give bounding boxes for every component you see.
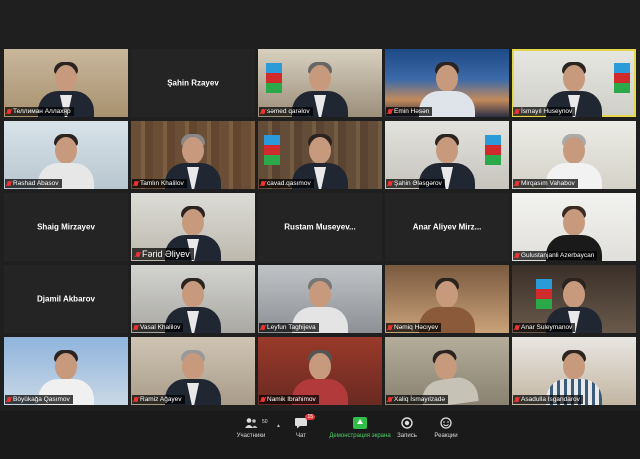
participant-name: Anar Aliyev Mirz... <box>412 222 482 232</box>
mic-muted-icon <box>515 181 519 186</box>
participant-tile[interactable]: Ramiz Ağayev <box>131 337 255 405</box>
participant-name: Rustam Museyev... <box>284 222 356 232</box>
participant-label: Rəshad Abasov <box>5 179 62 188</box>
participant-tile[interactable]: Leyfun Taghijeva <box>258 265 382 333</box>
participant-label: İsmayıl Huseynov <box>513 107 576 116</box>
mic-muted-icon <box>388 181 392 186</box>
flag-icon <box>614 63 630 93</box>
participant-tile[interactable]: Şahin Rzayev <box>131 49 255 117</box>
mic-muted-icon <box>261 397 265 402</box>
participant-name: Shaig Mirzayev <box>37 222 95 232</box>
participant-tile[interactable]: Namik Ibrahimov <box>258 337 382 405</box>
participant-label: Leyfun Taghijeva <box>259 323 319 332</box>
participant-tile[interactable]: cavad.qasımov <box>258 121 382 189</box>
participant-label: səmed qarəlov <box>259 107 313 116</box>
participant-label: Asadulla Isgandarov <box>513 395 583 404</box>
participant-label: Şahin Ələsgərov <box>386 179 445 188</box>
participant-label: Ramiz Ağayev <box>132 395 185 404</box>
chat-badge: 15 <box>305 414 315 420</box>
participant-tile[interactable]: Şahin Ələsgərov <box>385 121 509 189</box>
participant-label: Namik Ibrahimov <box>259 395 319 404</box>
participants-icon <box>245 418 258 428</box>
mic-muted-icon <box>7 397 11 402</box>
participant-label: Xaliq İsmayılzadə <box>386 395 448 404</box>
participant-label: Tamlın Khalilov <box>132 179 187 188</box>
participant-tile[interactable]: Теллиман Аллахяр <box>4 49 128 117</box>
mic-muted-icon <box>261 181 265 186</box>
participant-label: Anar Suleymanov <box>513 323 576 332</box>
participant-tile[interactable]: Xaliq İsmayılzadə <box>385 337 509 405</box>
mic-muted-icon <box>388 397 392 402</box>
mic-muted-icon <box>7 181 11 186</box>
flag-icon <box>266 63 282 93</box>
mic-muted-icon <box>134 325 138 330</box>
mic-muted-icon <box>261 109 265 114</box>
participant-tile[interactable]: Fərid Əliyev <box>131 193 255 261</box>
video-grid: Теллиман Аллахяр Şahin Rzayev səmed qarə… <box>4 49 636 408</box>
participant-label: Fərid Əliyev <box>132 248 194 260</box>
participant-tile[interactable]: Rəshad Abasov <box>4 121 128 189</box>
participant-tile[interactable]: Mirqasım Vahabov <box>512 121 636 189</box>
participant-tile[interactable]: Rustam Museyev... <box>258 193 382 261</box>
mic-muted-icon <box>515 109 519 114</box>
participant-tile[interactable]: Anar Suleymanov <box>512 265 636 333</box>
participant-label: cavad.qasımov <box>259 179 314 188</box>
mic-muted-icon <box>388 325 392 330</box>
meeting-toolbar: Участники 50 ▲ 15 Чат Демонстрация экран… <box>0 411 640 459</box>
participant-label: Emin Həsən <box>386 107 433 116</box>
participant-tile[interactable]: Vasal Khalilov <box>131 265 255 333</box>
share-screen-icon <box>353 417 367 429</box>
participant-tile[interactable]: Gulustanjanli Azerbaycan <box>512 193 636 261</box>
mic-muted-icon <box>7 109 11 114</box>
mic-muted-icon <box>134 181 138 186</box>
participant-tile[interactable]: Böyükağa Qasımov <box>4 337 128 405</box>
participant-tile-active-speaker[interactable]: İsmayıl Huseynov <box>512 49 636 117</box>
participant-tile[interactable]: səmed qarəlov <box>258 49 382 117</box>
participant-label: Böyükağa Qasımov <box>5 395 73 404</box>
flag-icon <box>485 135 501 165</box>
mic-muted-icon <box>515 397 519 402</box>
participant-tile[interactable]: Emin Həsən <box>385 49 509 117</box>
smiley-icon <box>440 417 452 429</box>
reactions-button[interactable]: Реакции <box>411 417 481 439</box>
participant-name: Djamil Akbarov <box>37 294 95 304</box>
mic-muted-icon <box>515 325 519 330</box>
participant-tile[interactable]: Shaig Mirzayev <box>4 193 128 261</box>
participant-tile[interactable]: Nəmiq Həcıyev <box>385 265 509 333</box>
mic-muted-icon <box>136 251 140 257</box>
mic-muted-icon <box>388 109 392 114</box>
participant-name: Şahin Rzayev <box>167 78 219 88</box>
participant-tile[interactable]: Asadulla Isgandarov <box>512 337 636 405</box>
mic-muted-icon <box>134 397 138 402</box>
participant-label: Vasal Khalilov <box>132 323 184 332</box>
participant-label: Nəmiq Həcıyev <box>386 323 442 332</box>
mic-muted-icon <box>261 325 265 330</box>
participant-label: Gulustanjanli Azerbaycan <box>513 251 598 260</box>
participant-label: Mirqasım Vahabov <box>513 179 578 188</box>
participant-label: Теллиман Аллахяр <box>5 107 74 116</box>
mic-muted-icon <box>515 253 519 258</box>
participant-tile[interactable]: Anar Aliyev Mirz... <box>385 193 509 261</box>
flag-icon <box>264 135 280 165</box>
participant-tile[interactable]: Tamlın Khalilov <box>131 121 255 189</box>
participant-tile[interactable]: Djamil Akbarov <box>4 265 128 333</box>
